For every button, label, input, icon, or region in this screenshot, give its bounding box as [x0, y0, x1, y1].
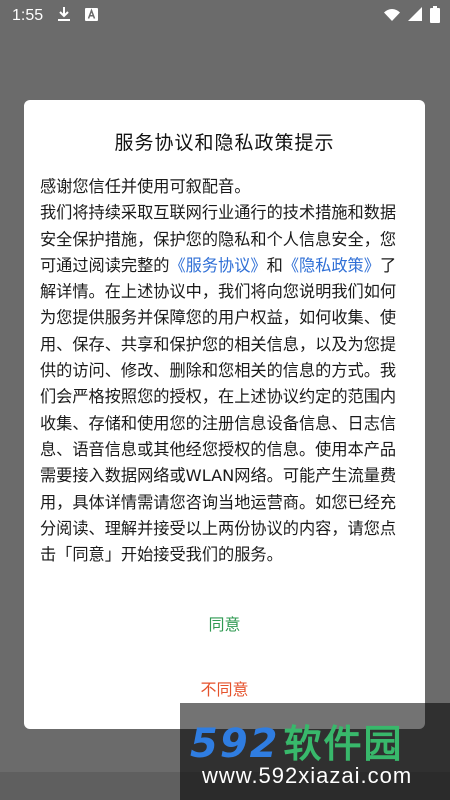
text-and: 和 — [266, 255, 283, 275]
keyboard-a-icon — [85, 7, 99, 25]
status-time: 1:55 — [12, 7, 44, 24]
agree-button[interactable]: 同意 — [24, 605, 425, 641]
disagree-button[interactable]: 不同意 — [24, 670, 425, 706]
download-icon — [57, 6, 71, 26]
dialog-title: 服务协议和隐私政策提示 — [114, 132, 335, 154]
intro-text: 感谢您信任并使用可叙配音。 — [40, 177, 251, 196]
battery-icon — [430, 5, 440, 27]
privacy-policy-link[interactable]: 《隐私政策》 — [283, 256, 380, 275]
watermark-url: www.592xiazai.com — [202, 763, 413, 788]
signal-icon — [408, 7, 422, 25]
watermark: 592 软件园 www.592xiazai.com — [180, 703, 450, 800]
service-agreement-link[interactable]: 《服务协议》 — [170, 256, 267, 275]
watermark-logo-number: 592 — [190, 721, 280, 767]
watermark-logo-text: 软件园 — [283, 722, 404, 766]
text-after-links: 了解详情。在上述协议中，我们将向您说明我们如何为您提供服务并保障您的用户权益，如… — [40, 255, 397, 565]
agreement-text: 我们将持续采取互联网行业通行的技术措施和数据安全保护措施，保护您的隐私和个人信息… — [40, 200, 410, 568]
agreement-dialog: 服务协议和隐私政策提示 感谢您信任并使用可叙配音。 我们将持续采取互联网行业通行… — [24, 100, 425, 729]
status-bar: 1:55 — [0, 0, 450, 32]
watermark-logo: 592 软件园 — [190, 713, 404, 768]
wifi-icon — [384, 7, 400, 25]
dialog-body: 感谢您信任并使用可叙配音。 我们将持续采取互联网行业通行的技术措施和数据安全保护… — [40, 174, 410, 568]
